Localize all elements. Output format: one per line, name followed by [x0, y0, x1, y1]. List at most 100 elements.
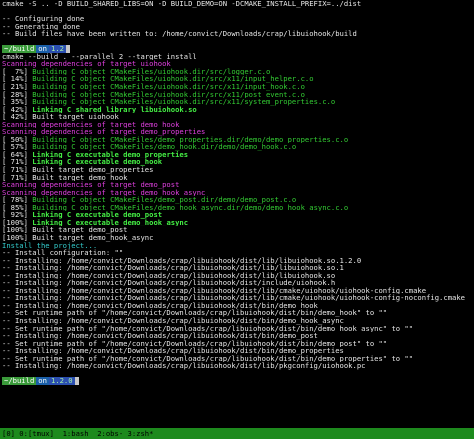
terminal-text: Linking C executable demo_hook: [32, 158, 163, 167]
terminal-text: -- Installing: /home/convict/Downloads/c…: [2, 256, 362, 265]
terminal-text: [ 78%]: [2, 196, 33, 204]
terminal-text: Building C object CMakeFiles/uiohook.dir…: [32, 98, 336, 106]
terminal-line: -- Build files have been written to: /ho…: [2, 30, 472, 38]
terminal-text: -- Installing: /home/convict/Downloads/c…: [2, 332, 318, 340]
terminal-text: -- Generating done: [2, 22, 80, 31]
terminal-line: [ 57%] Building C object CMakeFiles/demo…: [2, 143, 472, 151]
terminal-line: [ 71%] Built target demo_hook: [2, 174, 472, 182]
terminal-line: Scanning dependencies of target demo_pos…: [2, 181, 472, 189]
terminal-line: -- Installing: /home/convict/Downloads/c…: [2, 279, 472, 287]
terminal-text: Scanning dependencies of target uiohook: [2, 60, 171, 68]
terminal-line: Scanning dependencies of target demo_hoo…: [2, 189, 472, 197]
terminal-line: -- Installing: /home/convict/Downloads/c…: [2, 257, 472, 265]
terminal-text: Linking C executable demo_post: [32, 211, 163, 219]
terminal-line: [ 35%] Building C object CMakeFiles/uioh…: [2, 98, 472, 106]
terminal-text: [ 71%] Built target demo_properties: [2, 166, 154, 174]
terminal-text: [ 7%]: [2, 67, 33, 76]
terminal-text: [ 64%]: [2, 150, 33, 159]
prompt-directory: ~/build: [2, 377, 37, 385]
terminal-line: -- Installing: /home/convict/Downloads/c…: [2, 317, 472, 325]
terminal-text: Building C object CMakeFiles/demo_proper…: [32, 135, 349, 144]
terminal-line: [ 14%] Building C object CMakeFiles/uioh…: [2, 75, 472, 83]
terminal-text: Building C object CMakeFiles/demo_post.d…: [32, 196, 297, 204]
terminal-line: -- Configuring done: [2, 15, 472, 23]
terminal-line: -- Install configuration: "": [2, 249, 472, 257]
terminal-line: -- Installing: /home/convict/Downloads/c…: [2, 332, 472, 340]
terminal-text: Building C object CMakeFiles/uiohook.dir…: [32, 83, 305, 91]
terminal-line: [ 85%] Building C object CMakeFiles/demo…: [2, 204, 472, 212]
terminal-text: Building C object CMakeFiles/demo_hook.d…: [32, 143, 297, 151]
terminal-line: -- Installing: /home/convict/Downloads/c…: [2, 294, 472, 302]
terminal-text: [ 42%]: [2, 105, 33, 114]
cursor-icon: [65, 45, 70, 53]
cursor-icon: [74, 377, 79, 385]
terminal-line: [100%] Built target demo_hook_async: [2, 234, 472, 242]
terminal-text: cmake --build . --parallel 2 --target in…: [2, 52, 197, 61]
prompt-directory: ~/build: [2, 45, 37, 53]
terminal-text: Linking C executable demo_properties: [32, 150, 189, 159]
terminal-text: -- Set runtime path of "/home/convict/Do…: [2, 354, 414, 363]
terminal-text: -- Installing: /home/convict/Downloads/c…: [2, 301, 318, 310]
terminal-text: -- Install configuration: "": [2, 249, 124, 257]
terminal-line: -- Set runtime path of "/home/convict/Do…: [2, 309, 472, 317]
terminal-line: -- Installing: /home/convict/Downloads/c…: [2, 362, 472, 370]
terminal-line: -- Installing: /home/convict/Downloads/c…: [2, 302, 472, 310]
terminal-line: -- Installing: /home/convict/Downloads/c…: [2, 347, 472, 355]
terminal-text: -- Installing: /home/convict/Downloads/c…: [2, 362, 366, 370]
prompt-branch-label: on: [36, 377, 49, 385]
terminal-text: -- Build files have been written to: /ho…: [2, 30, 357, 38]
terminal-line: -- Installing: /home/convict/Downloads/c…: [2, 287, 472, 295]
prompt-version: 1.2: [48, 45, 66, 53]
terminal-line: Scanning dependencies of target uiohook: [2, 60, 472, 68]
terminal-line: [ 92%] Linking C executable demo_post: [2, 211, 472, 219]
terminal-line: -- Set runtime path of "/home/convict/Do…: [2, 340, 472, 348]
terminal-text: Building C object CMakeFiles/uiohook.dir…: [32, 67, 271, 76]
terminal-line: cmake --build . --parallel 2 --target in…: [2, 53, 472, 61]
terminal-line: cmake -S .. -D BUILD_SHARED_LIBS=ON -D B…: [2, 0, 472, 8]
terminal-text: Scanning dependencies of target demo_pos…: [2, 181, 180, 189]
terminal-text: [ 71%] Built target demo_hook: [2, 173, 128, 182]
terminal-line: [ 7%] Building C object CMakeFiles/uioho…: [2, 68, 472, 76]
terminal-text: [ 42%] Built target uiohook: [2, 113, 119, 121]
terminal-line: -- Generating done: [2, 23, 472, 31]
terminal-text: Building C object CMakeFiles/demo_hook_a…: [32, 203, 349, 212]
shell-prompt: ~/build on 1.2: [2, 45, 472, 53]
terminal-line: -- Installing: /home/convict/Downloads/c…: [2, 272, 472, 280]
terminal-text: Linking C shared library libuiohook.so: [32, 105, 197, 114]
terminal-line: Scanning dependencies of target demo_hoo…: [2, 121, 472, 129]
prompt-version: 1.2.0: [48, 377, 75, 385]
terminal-text: [ 50%]: [2, 135, 33, 144]
terminal-line: [ 71%] Built target demo_properties: [2, 166, 472, 174]
terminal-line: [ 42%] Built target uiohook: [2, 113, 472, 121]
terminal-line: [ 28%] Building C object CMakeFiles/uioh…: [2, 91, 472, 99]
terminal-text: -- Installing: /home/convict/Downloads/c…: [2, 264, 344, 272]
terminal-text: Scanning dependencies of target demo_hoo…: [2, 120, 180, 129]
terminal-line: -- Installing: /home/convict/Downloads/c…: [2, 264, 472, 272]
terminal-text: [ 21%]: [2, 83, 33, 91]
terminal-text: Scanning dependencies of target demo_pro…: [2, 128, 206, 136]
terminal-line: -- Set runtime path of "/home/convict/Do…: [2, 355, 472, 363]
prompt-bar: ~/build on 1.2.0: [2, 377, 79, 385]
terminal-output[interactable]: cmake -S .. -D BUILD_SHARED_LIBS=ON -D B…: [0, 0, 474, 428]
terminal-text: -- Configuring done: [2, 15, 85, 23]
terminal-text: [ 85%]: [2, 203, 33, 212]
prompt-branch-label: on: [36, 45, 49, 53]
terminal-text: -- Installing: /home/convict/Downloads/c…: [2, 294, 466, 302]
terminal-text: [ 14%]: [2, 75, 33, 84]
terminal-line: [ 21%] Building C object CMakeFiles/uioh…: [2, 83, 472, 91]
terminal-text: cmake -S .. -D BUILD_SHARED_LIBS=ON -D B…: [2, 0, 362, 8]
terminal-text: -- Installing: /home/convict/Downloads/c…: [2, 347, 344, 355]
terminal-text: [100%] Built target demo_post: [2, 226, 128, 234]
terminal-text: -- Set runtime path of "/home/convict/Do…: [2, 309, 388, 317]
terminal-text: Scanning dependencies of target demo_hoo…: [2, 188, 206, 197]
tmux-status-bar: [0] 0:[tmux] 1:bash 2:obs- 3:zsh*: [0, 428, 474, 439]
terminal-text: [100%] Built target demo_hook_async: [2, 233, 154, 242]
terminal-text: [100%]: [2, 218, 33, 227]
terminal-text: Linking C executable demo_hook_async: [32, 218, 189, 227]
shell-prompt: ~/build on 1.2.0: [2, 377, 472, 385]
terminal-text: Building C object CMakeFiles/uiohook.dir…: [32, 75, 314, 84]
terminal-text: -- Installing: /home/convict/Downloads/c…: [2, 286, 427, 295]
terminal-text: Install the project...: [2, 241, 98, 250]
